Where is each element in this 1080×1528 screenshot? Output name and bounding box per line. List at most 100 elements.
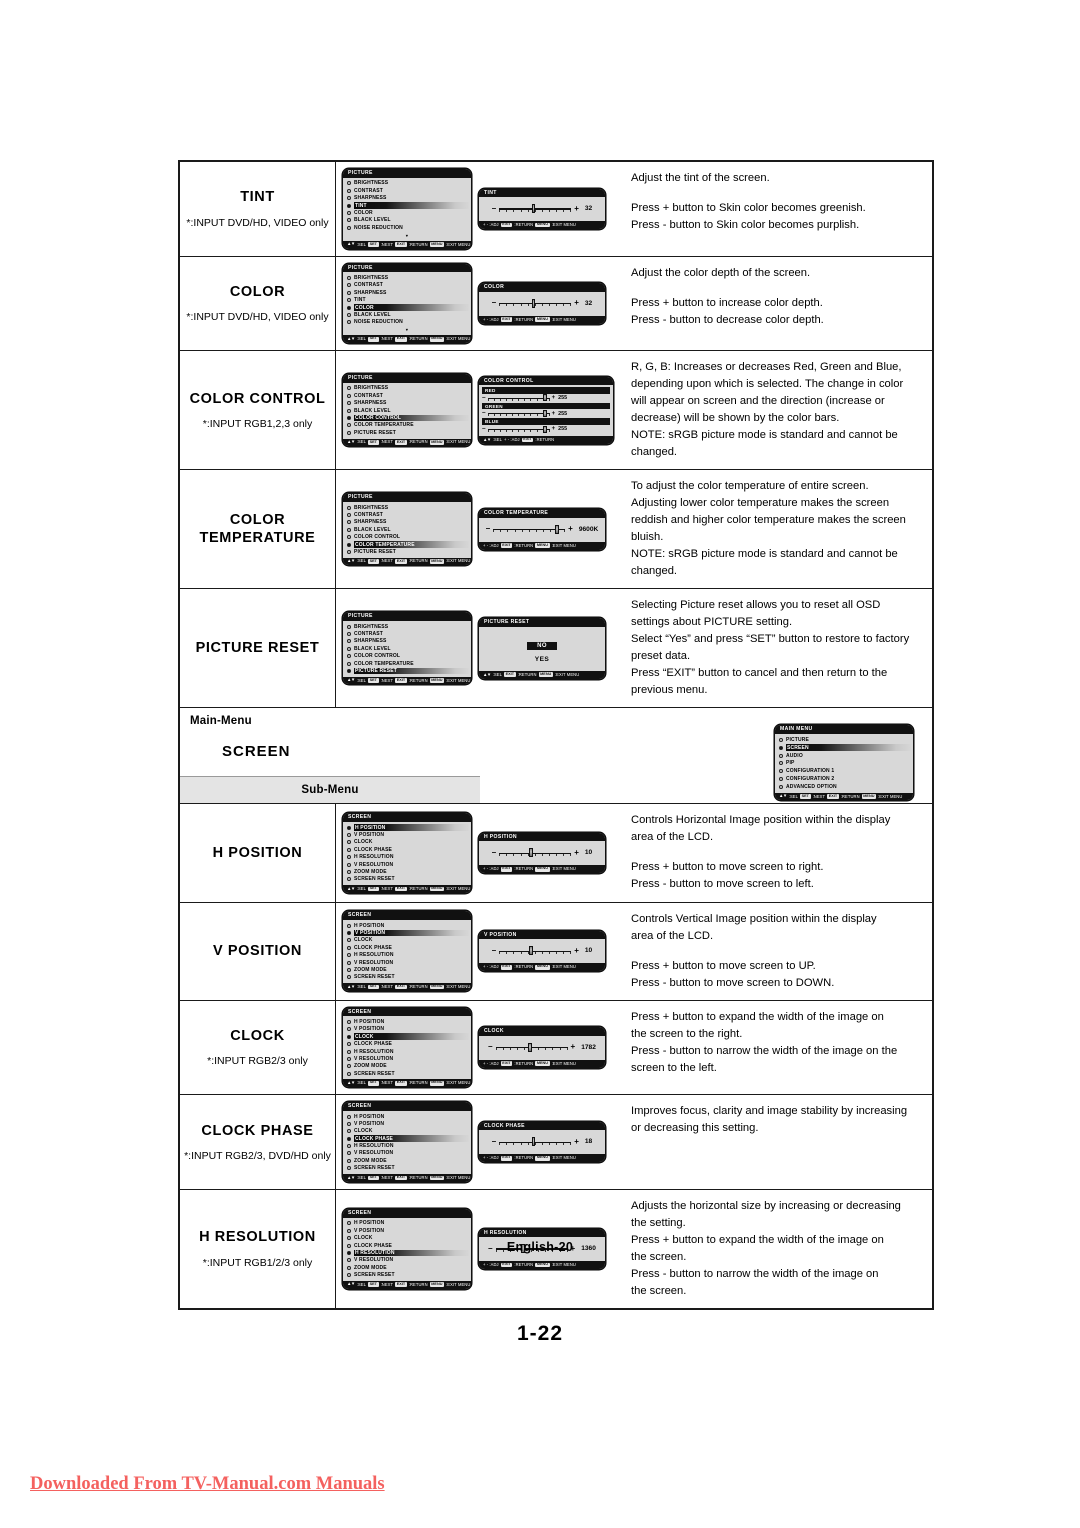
slider-track[interactable]: [499, 848, 572, 858]
menu-item[interactable]: ZOOM MODE: [347, 966, 467, 973]
slider-knob[interactable]: [531, 298, 536, 308]
menu-item-selected[interactable]: COLOR: [347, 304, 469, 312]
slider-track[interactable]: [499, 298, 572, 308]
menu-item[interactable]: SCREEN RESET: [347, 1070, 467, 1077]
menu-item[interactable]: CONTRAST: [347, 392, 467, 399]
download-watermark[interactable]: Downloaded From TV-Manual.com Manuals: [30, 1474, 385, 1495]
menu-item[interactable]: COLOR TEMPERATURE: [347, 660, 467, 667]
slider-track[interactable]: [487, 425, 550, 433]
menu-item[interactable]: SCREEN RESET: [347, 1165, 467, 1172]
menu-item[interactable]: SHARPNESS: [347, 638, 467, 645]
menu-item[interactable]: V RESOLUTION: [347, 1055, 467, 1062]
menu-item[interactable]: SHARPNESS: [347, 400, 467, 407]
menu-item[interactable]: ZOOM MODE: [347, 1063, 467, 1070]
menu-item[interactable]: V RESOLUTION: [347, 959, 467, 966]
rgb-slider[interactable]: – +255: [482, 409, 610, 418]
menu-item[interactable]: CLOCK PHASE: [347, 846, 467, 853]
menu-item[interactable]: COLOR CONTROL: [347, 533, 467, 540]
slider-track[interactable]: [495, 1042, 568, 1052]
menu-item[interactable]: V RESOLUTION: [347, 1257, 467, 1264]
menu-item[interactable]: V POSITION: [347, 831, 467, 838]
menu-item[interactable]: CONTRAST: [347, 630, 467, 637]
menu-item[interactable]: SCREEN RESET: [347, 974, 467, 981]
plus-icon[interactable]: +: [574, 1137, 579, 1146]
menu-item[interactable]: AUDIO: [779, 752, 909, 760]
menu-item[interactable]: SCREEN RESET: [347, 876, 467, 883]
menu-item[interactable]: CLOCK: [347, 1128, 467, 1135]
slider-knob[interactable]: [543, 394, 547, 402]
menu-item[interactable]: H RESOLUTION: [347, 951, 467, 958]
slider-track[interactable]: [487, 394, 550, 402]
menu-item[interactable]: BRIGHTNESS: [347, 274, 467, 281]
menu-item[interactable]: H POSITION: [347, 1018, 467, 1025]
menu-item[interactable]: CLOCK PHASE: [347, 1040, 467, 1047]
menu-item[interactable]: H POSITION: [347, 922, 467, 929]
menu-item[interactable]: PICTURE RESET: [347, 429, 467, 436]
choice-yes[interactable]: YES: [483, 656, 601, 663]
slider-knob[interactable]: [531, 204, 536, 214]
menu-item[interactable]: H RESOLUTION: [347, 1142, 467, 1149]
slider-track[interactable]: [499, 204, 572, 214]
choice-no[interactable]: NO: [527, 641, 557, 650]
menu-item-selected[interactable]: TINT: [347, 202, 469, 210]
menu-item-selected[interactable]: SCREEN: [779, 744, 911, 752]
menu-item[interactable]: BRIGHTNESS: [347, 504, 467, 511]
menu-item-selected[interactable]: COLOR CONTROL: [347, 414, 469, 422]
menu-item[interactable]: NOISE REDUCTION: [347, 319, 467, 326]
slider-control[interactable]: – +9600K: [479, 518, 605, 541]
plus-icon[interactable]: +: [571, 1043, 576, 1051]
menu-item-selected[interactable]: CLOCK PHASE: [347, 1135, 469, 1143]
plus-icon[interactable]: +: [552, 426, 556, 432]
menu-item[interactable]: H RESOLUTION: [347, 853, 467, 860]
menu-item[interactable]: PIP: [779, 760, 909, 768]
menu-item-selected[interactable]: V POSITION: [347, 929, 469, 937]
slider-knob[interactable]: [555, 524, 559, 534]
plus-icon[interactable]: +: [552, 395, 556, 401]
slider-control[interactable]: – +32: [479, 292, 605, 315]
slider-control[interactable]: – +10: [479, 939, 605, 962]
menu-item[interactable]: ZOOM MODE: [347, 1264, 467, 1271]
menu-item[interactable]: CONFIGURATION 2: [779, 775, 909, 783]
menu-item[interactable]: V RESOLUTION: [347, 1150, 467, 1157]
minus-icon[interactable]: –: [486, 525, 490, 533]
slider-knob[interactable]: [543, 410, 547, 418]
plus-icon[interactable]: +: [574, 204, 579, 213]
menu-item[interactable]: BLACK LEVEL: [347, 407, 467, 414]
menu-item-selected[interactable]: H RESOLUTION: [347, 1249, 469, 1257]
menu-item[interactable]: H POSITION: [347, 1220, 467, 1227]
menu-item[interactable]: V POSITION: [347, 1227, 467, 1234]
minus-icon[interactable]: –: [492, 1137, 496, 1146]
menu-item[interactable]: BRIGHTNESS: [347, 180, 467, 187]
menu-item[interactable]: BLACK LEVEL: [347, 311, 467, 318]
menu-item[interactable]: H RESOLUTION: [347, 1048, 467, 1055]
plus-icon[interactable]: +: [574, 946, 579, 955]
menu-item[interactable]: BRIGHTNESS: [347, 385, 467, 392]
slider-track[interactable]: [487, 410, 550, 418]
minus-icon[interactable]: –: [492, 848, 496, 857]
menu-item[interactable]: BLACK LEVEL: [347, 526, 467, 533]
slider-track[interactable]: [499, 946, 572, 956]
menu-item[interactable]: SHARPNESS: [347, 289, 467, 296]
menu-item[interactable]: PICTURE: [779, 736, 909, 744]
minus-icon[interactable]: –: [482, 394, 486, 402]
menu-item[interactable]: ZOOM MODE: [347, 1157, 467, 1164]
plus-icon[interactable]: +: [552, 411, 556, 417]
menu-item[interactable]: CONTRAST: [347, 511, 467, 518]
menu-item[interactable]: NOISE REDUCTION: [347, 224, 467, 231]
menu-item[interactable]: V POSITION: [347, 1120, 467, 1127]
menu-item[interactable]: CLOCK: [347, 937, 467, 944]
minus-icon[interactable]: –: [482, 410, 486, 417]
slider-control[interactable]: – +1782: [479, 1036, 605, 1059]
menu-item-selected[interactable]: CLOCK: [347, 1033, 469, 1041]
menu-item[interactable]: SHARPNESS: [347, 519, 467, 526]
slider-knob[interactable]: [527, 1042, 532, 1052]
slider-control[interactable]: – +32: [479, 197, 605, 220]
menu-item[interactable]: CONTRAST: [347, 282, 467, 289]
minus-icon[interactable]: –: [492, 299, 496, 307]
menu-item[interactable]: SHARPNESS: [347, 194, 467, 201]
plus-icon[interactable]: +: [574, 848, 579, 857]
minus-icon[interactable]: –: [492, 946, 496, 955]
menu-item[interactable]: CLOCK PHASE: [347, 944, 467, 951]
menu-item[interactable]: COLOR: [347, 209, 467, 216]
menu-item[interactable]: BLACK LEVEL: [347, 217, 467, 224]
